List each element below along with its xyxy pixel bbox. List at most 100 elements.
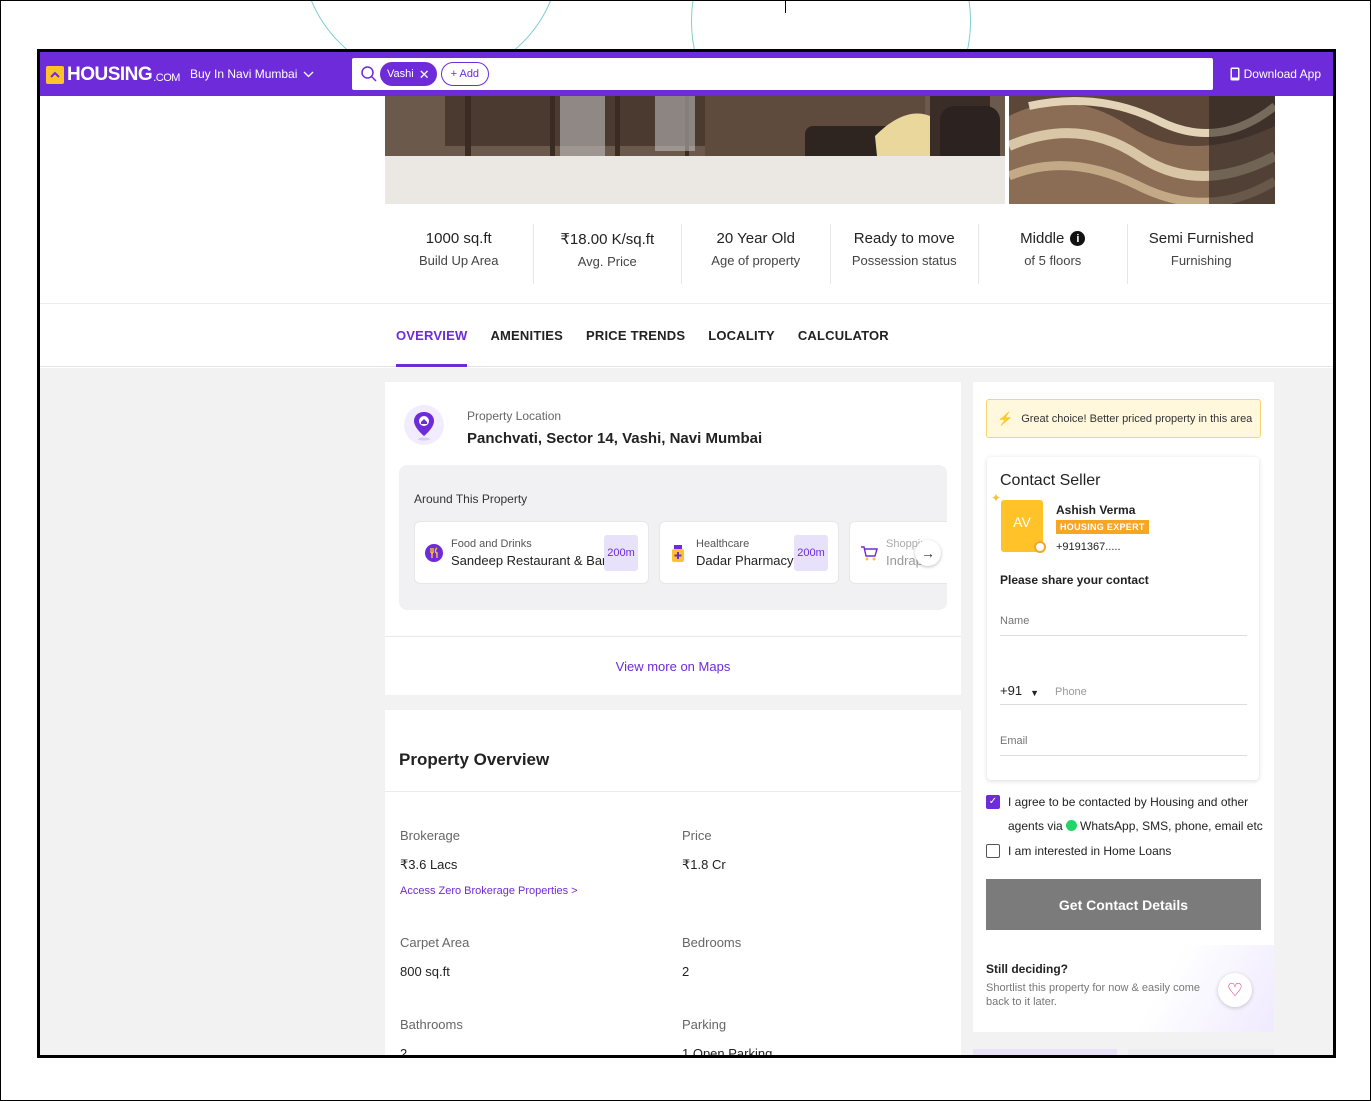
property-photo-gallery[interactable] bbox=[385, 96, 1275, 204]
great-choice-text: Great choice! Better priced property in … bbox=[1021, 412, 1253, 425]
logo-roof-icon bbox=[46, 66, 64, 84]
tab-price-trends[interactable]: PRICE TRENDS bbox=[586, 304, 685, 367]
whatsapp-icon bbox=[1066, 820, 1078, 831]
lightning-icon: ⚡ bbox=[997, 410, 1014, 426]
caret-down-icon[interactable]: ▼ bbox=[1030, 688, 1039, 698]
property-key-stats: 1000 sq.ft Build Up Area ₹18.00 K/sq.ft … bbox=[385, 224, 1275, 284]
info-icon[interactable]: i bbox=[1070, 231, 1086, 246]
country-code-select[interactable]: +91 bbox=[1000, 683, 1022, 698]
add-location-button[interactable]: + Add bbox=[440, 62, 490, 86]
phone-icon bbox=[1230, 67, 1240, 81]
field-label: Bedrooms bbox=[682, 935, 742, 950]
overview-field-brokerage: Brokerage ₹3.6 Lacs Access Zero Brokerag… bbox=[400, 828, 578, 897]
overview-field-bedrooms: Bedrooms 2 bbox=[682, 935, 741, 979]
property-location-label: Property Location bbox=[467, 409, 562, 423]
healthcare-icon bbox=[672, 544, 684, 562]
logo-text: HOUSING bbox=[67, 64, 153, 85]
search-icon bbox=[361, 66, 377, 82]
decorative-line bbox=[785, 1, 786, 13]
stat-age: 20 Year Old Age of property bbox=[682, 224, 831, 284]
stat-possession: Ready to move Possession status bbox=[831, 224, 979, 284]
heart-icon[interactable]: ♡ bbox=[1218, 973, 1252, 1007]
home-loans-checkbox[interactable] bbox=[986, 844, 1000, 858]
poi-category: Food and Drinks bbox=[451, 537, 532, 550]
stat-value: ₹18.00 K/sq.ft bbox=[560, 231, 655, 248]
stat-label: Possession status bbox=[851, 253, 957, 268]
housing-expert-tag: HOUSING EXPERT bbox=[1056, 520, 1149, 534]
field-value: 1 Open Parking bbox=[682, 1046, 773, 1058]
sparkle-icon: ✦ bbox=[991, 491, 1002, 505]
zero-brokerage-link[interactable]: Access Zero Brokerage Properties > bbox=[400, 885, 578, 897]
search-chip-vashi[interactable]: Vashi ✕ bbox=[380, 62, 437, 86]
view-more-on-maps-link[interactable]: View more on Maps bbox=[385, 636, 961, 695]
poi-card-healthcare[interactable]: Healthcare Dadar Pharmacy 200m bbox=[659, 521, 839, 584]
poi-name: Sandeep Restaurant & Bar bbox=[451, 552, 607, 568]
agent-name: Ashish Verma bbox=[1056, 503, 1136, 517]
tab-amenities[interactable]: AMENITIES bbox=[490, 304, 563, 367]
rug-illustration bbox=[1007, 96, 1275, 204]
property-photo-rug[interactable] bbox=[1007, 96, 1275, 204]
agree-text-line-2: agents via WhatsApp, SMS, phone, email e… bbox=[1008, 814, 1263, 838]
phone-field-row: +91 ▼ Phone bbox=[1000, 677, 1247, 705]
agree-text-via: agents via bbox=[1008, 819, 1063, 833]
dining-room-illustration bbox=[385, 96, 1005, 204]
field-value: 800 sq.ft bbox=[400, 964, 450, 979]
overview-field-parking: Parking 1 Open Parking bbox=[682, 1017, 773, 1058]
still-deciding-desc: Shortlist this property for now & easily… bbox=[986, 982, 1200, 1008]
tab-locality[interactable]: LOCALITY bbox=[708, 304, 775, 367]
poi-carousel: Food and Drinks Sandeep Restaurant & Bar… bbox=[414, 521, 947, 584]
field-value: ₹3.6 Lacs bbox=[400, 857, 458, 872]
field-label: Price bbox=[682, 828, 712, 843]
housing-logo[interactable]: HOUSING .COM bbox=[46, 64, 180, 86]
stat-label: Furnishing bbox=[1170, 253, 1232, 268]
location-card: Property Location Panchvati, Sector 14, … bbox=[385, 382, 961, 695]
home-loans-row[interactable]: I am interested in Home Loans bbox=[986, 839, 1171, 863]
stat-label: of 5 floors bbox=[1024, 253, 1082, 268]
stat-floor: Middle i of 5 floors bbox=[979, 224, 1128, 284]
field-label: Brokerage bbox=[400, 828, 460, 843]
next-card-preview bbox=[1128, 1049, 1274, 1055]
field-value: 2 bbox=[400, 1046, 408, 1058]
browser-viewport: HOUSING .COM Buy In Navi Mumbai Vashi ✕ … bbox=[37, 49, 1336, 1058]
agree-text: I agree to be contacted by Housing and o… bbox=[1008, 790, 1263, 838]
expert-badge-icon bbox=[1034, 541, 1046, 553]
close-icon[interactable]: ✕ bbox=[419, 68, 430, 81]
around-title: Around This Property bbox=[414, 492, 528, 506]
field-value: ₹1.8 Cr bbox=[682, 857, 726, 872]
agree-text-channels: WhatsApp, SMS, phone, email etc bbox=[1080, 819, 1263, 833]
agree-text-line-1: I agree to be contacted by Housing and o… bbox=[1008, 795, 1249, 809]
stat-value: Ready to move bbox=[853, 230, 955, 247]
tab-overview[interactable]: OVERVIEW bbox=[396, 304, 468, 367]
field-label: Bathrooms bbox=[400, 1017, 463, 1032]
poi-distance: 200m bbox=[604, 535, 638, 571]
top-navbar: HOUSING .COM Buy In Navi Mumbai Vashi ✕ … bbox=[40, 52, 1333, 96]
get-contact-details-button[interactable]: Get Contact Details bbox=[986, 879, 1261, 930]
page-frame: HOUSING .COM Buy In Navi Mumbai Vashi ✕ … bbox=[0, 0, 1371, 1101]
phone-field[interactable]: Phone bbox=[1055, 686, 1087, 698]
stat-furnishing: Semi Furnished Furnishing bbox=[1128, 224, 1276, 284]
agree-contact-row[interactable]: ✓ I agree to be contacted by Housing and… bbox=[986, 790, 1263, 838]
poi-name: Dadar Pharmacy bbox=[696, 552, 794, 568]
city-dropdown[interactable]: Buy In Navi Mumbai bbox=[190, 67, 314, 81]
tab-calculator[interactable]: CALCULATOR bbox=[798, 304, 889, 367]
search-bar[interactable]: Vashi ✕ + Add bbox=[352, 58, 1213, 90]
around-this-property: Around This Property Food and Drinks San… bbox=[399, 465, 947, 610]
property-photo-main[interactable] bbox=[385, 96, 1005, 204]
download-app-button[interactable]: Download App bbox=[1230, 67, 1321, 81]
arrow-right-icon[interactable]: → bbox=[915, 540, 941, 566]
name-field[interactable] bbox=[1000, 610, 1247, 636]
agent-phone: +9191367..... bbox=[1056, 541, 1121, 553]
food-icon bbox=[425, 543, 443, 562]
section-tabs: OVERVIEW AMENITIES PRICE TRENDS LOCALITY… bbox=[40, 303, 1333, 367]
stat-label: Age of property bbox=[711, 253, 801, 268]
share-contact-label: Please share your contact bbox=[1000, 573, 1149, 587]
agree-checkbox[interactable]: ✓ bbox=[986, 795, 1000, 809]
shortlist-prompt: Still deciding? Shortlist this property … bbox=[973, 945, 1274, 1032]
logo-suffix: .COM bbox=[153, 71, 180, 84]
home-loans-label: I am interested in Home Loans bbox=[1008, 844, 1172, 858]
poi-card-food[interactable]: Food and Drinks Sandeep Restaurant & Bar… bbox=[414, 521, 649, 584]
stat-value: Middle bbox=[1020, 230, 1065, 247]
overview-field-price: Price ₹1.8 Cr bbox=[682, 828, 726, 873]
email-field[interactable] bbox=[1000, 730, 1247, 756]
overview-field-bathrooms: Bathrooms 2 bbox=[400, 1017, 463, 1058]
